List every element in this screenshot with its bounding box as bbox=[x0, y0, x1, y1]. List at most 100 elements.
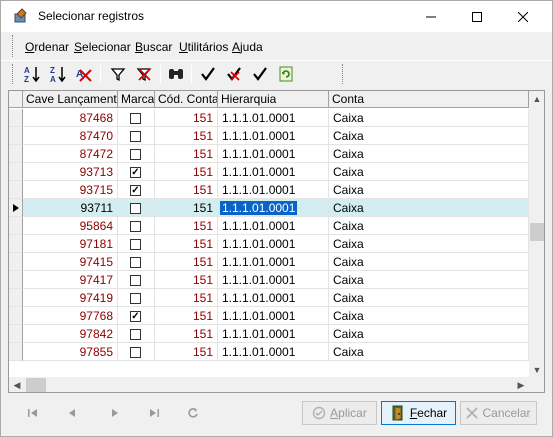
row-indicator[interactable] bbox=[9, 325, 23, 343]
vertical-scroll-thumb[interactable] bbox=[530, 223, 544, 241]
cell-hierarquia[interactable]: 1.1.1.01.0001 bbox=[218, 343, 329, 361]
cell-hierarquia[interactable]: 1.1.1.01.0001 bbox=[218, 325, 329, 343]
table-row[interactable]: 97842 151 1.1.1.01.0001 Caixa bbox=[9, 325, 529, 343]
table-row[interactable]: 87472 151 1.1.1.01.0001 Caixa bbox=[9, 145, 529, 163]
row-indicator[interactable] bbox=[9, 289, 23, 307]
vertical-scrollbar[interactable]: ▲ ▼ bbox=[529, 91, 544, 378]
cell-conta[interactable]: Caixa bbox=[329, 235, 529, 253]
cell-hierarquia[interactable]: 1.1.1.01.0001 bbox=[218, 181, 329, 199]
horizontal-scroll-thumb[interactable] bbox=[26, 378, 46, 392]
cell-cave-lancamento[interactable]: 97842 bbox=[23, 325, 118, 343]
cell-cod-conta[interactable]: 151 bbox=[155, 289, 218, 307]
marcar-checkbox[interactable] bbox=[130, 293, 141, 304]
marcar-checkbox[interactable] bbox=[130, 275, 141, 286]
cell-cave-lancamento[interactable]: 97417 bbox=[23, 271, 118, 289]
table-row[interactable]: 97181 151 1.1.1.01.0001 Caixa bbox=[9, 235, 529, 253]
close-dialog-button[interactable]: Fechar bbox=[381, 401, 456, 425]
next-record-button[interactable] bbox=[103, 405, 127, 421]
marcar-checkbox[interactable] bbox=[130, 149, 141, 160]
cell-cod-conta[interactable]: 151 bbox=[155, 343, 218, 361]
table-row[interactable]: 87468 151 1.1.1.01.0001 Caixa bbox=[9, 109, 529, 127]
row-indicator[interactable] bbox=[9, 307, 23, 325]
cell-cod-conta[interactable]: 151 bbox=[155, 109, 218, 127]
table-row[interactable]: 95864 151 1.1.1.01.0001 Caixa bbox=[9, 217, 529, 235]
marcar-checkbox[interactable] bbox=[130, 203, 141, 214]
row-indicator[interactable] bbox=[9, 253, 23, 271]
cell-cave-lancamento[interactable]: 95864 bbox=[23, 217, 118, 235]
title-bar[interactable]: Selecionar registros bbox=[1, 1, 552, 32]
cell-hierarquia[interactable]: 1.1.1.01.0001 bbox=[218, 217, 329, 235]
cell-cod-conta[interactable]: 151 bbox=[155, 217, 218, 235]
row-indicator[interactable] bbox=[9, 271, 23, 289]
sort-ascending-button[interactable]: A Z bbox=[22, 64, 42, 84]
cell-conta[interactable]: Caixa bbox=[329, 289, 529, 307]
marcar-checkbox[interactable] bbox=[130, 113, 141, 124]
cell-cave-lancamento[interactable]: 93713 bbox=[23, 163, 118, 181]
table-row[interactable]: 97855 151 1.1.1.01.0001 Caixa bbox=[9, 343, 529, 361]
cell-cave-lancamento[interactable]: 87468 bbox=[23, 109, 118, 127]
menu-buscar[interactable]: Buscar bbox=[135, 40, 172, 54]
clear-filter-button[interactable] bbox=[134, 64, 154, 84]
cell-hierarquia[interactable]: 1.1.1.01.0001 bbox=[218, 271, 329, 289]
cell-conta[interactable]: Caixa bbox=[329, 307, 529, 325]
cell-hierarquia[interactable]: 1.1.1.01.0001 bbox=[218, 307, 329, 325]
cell-hierarquia[interactable]: 1.1.1.01.0001 bbox=[218, 199, 329, 217]
cell-cod-conta[interactable]: 151 bbox=[155, 181, 218, 199]
menu-ajuda[interactable]: Ajuda bbox=[232, 40, 263, 54]
menu-ordenar[interactable]: Ordenar bbox=[25, 40, 69, 54]
column-header-marcar[interactable]: Marcar bbox=[118, 91, 155, 108]
table-row[interactable]: 97417 151 1.1.1.01.0001 Caixa bbox=[9, 271, 529, 289]
row-indicator[interactable] bbox=[9, 145, 23, 163]
toolbar-grip[interactable] bbox=[342, 64, 345, 84]
cell-cod-conta[interactable]: 151 bbox=[155, 199, 218, 217]
records-grid[interactable]: Cave Lançamento Marcar Cód. Conta Hierar… bbox=[8, 90, 545, 393]
cell-cave-lancamento[interactable]: 93715 bbox=[23, 181, 118, 199]
refresh-nav-button[interactable] bbox=[181, 405, 205, 421]
marcar-checkbox[interactable]: ✓ bbox=[130, 167, 141, 178]
cell-conta[interactable]: Caixa bbox=[329, 199, 529, 217]
marcar-checkbox[interactable] bbox=[130, 257, 141, 268]
menu-selecionar[interactable]: Selecionar bbox=[74, 40, 131, 54]
row-indicator[interactable] bbox=[9, 127, 23, 145]
horizontal-scrollbar[interactable]: ◀ ▶ bbox=[9, 377, 529, 392]
cell-conta[interactable]: Caixa bbox=[329, 253, 529, 271]
cell-cave-lancamento[interactable]: 87470 bbox=[23, 127, 118, 145]
row-indicator[interactable] bbox=[9, 181, 23, 199]
table-row[interactable]: 93713 ✓ 151 1.1.1.01.0001 Caixa bbox=[9, 163, 529, 181]
marcar-checkbox[interactable] bbox=[130, 131, 141, 142]
scroll-right-icon[interactable]: ▶ bbox=[513, 377, 529, 392]
cell-cod-conta[interactable]: 151 bbox=[155, 253, 218, 271]
cell-cod-conta[interactable]: 151 bbox=[155, 307, 218, 325]
column-header-conta[interactable]: Conta bbox=[329, 91, 529, 108]
cell-conta[interactable]: Caixa bbox=[329, 145, 529, 163]
maximize-button[interactable] bbox=[454, 1, 500, 32]
marcar-checkbox[interactable] bbox=[130, 329, 141, 340]
cell-hierarquia[interactable]: 1.1.1.01.0001 bbox=[218, 163, 329, 181]
cell-conta[interactable]: Caixa bbox=[329, 325, 529, 343]
uncheck-button[interactable] bbox=[224, 64, 244, 84]
cell-hierarquia[interactable]: 1.1.1.01.0001 bbox=[218, 109, 329, 127]
cell-cod-conta[interactable]: 151 bbox=[155, 325, 218, 343]
marcar-checkbox[interactable]: ✓ bbox=[130, 311, 141, 322]
column-header-cave-lancamento[interactable]: Cave Lançamento bbox=[23, 91, 118, 108]
close-button[interactable] bbox=[500, 1, 546, 32]
cell-conta[interactable]: Caixa bbox=[329, 271, 529, 289]
cell-cod-conta[interactable]: 151 bbox=[155, 145, 218, 163]
column-header-cod-conta[interactable]: Cód. Conta bbox=[155, 91, 218, 108]
cell-cave-lancamento[interactable]: 97855 bbox=[23, 343, 118, 361]
check-button[interactable] bbox=[198, 64, 218, 84]
marcar-checkbox[interactable] bbox=[130, 221, 141, 232]
table-row[interactable]: 97415 151 1.1.1.01.0001 Caixa bbox=[9, 253, 529, 271]
cell-cave-lancamento[interactable]: 97768 bbox=[23, 307, 118, 325]
table-row[interactable]: 87470 151 1.1.1.01.0001 Caixa bbox=[9, 127, 529, 145]
cell-conta[interactable]: Caixa bbox=[329, 181, 529, 199]
scroll-up-icon[interactable]: ▲ bbox=[529, 91, 544, 107]
filter-button[interactable] bbox=[108, 64, 128, 84]
menu-utilitarios[interactable]: Utilitários bbox=[179, 40, 228, 54]
cell-cave-lancamento[interactable]: 97419 bbox=[23, 289, 118, 307]
table-row[interactable]: 97768 ✓ 151 1.1.1.01.0001 Caixa bbox=[9, 307, 529, 325]
row-indicator[interactable] bbox=[9, 163, 23, 181]
table-row[interactable]: 93715 ✓ 151 1.1.1.01.0001 Caixa bbox=[9, 181, 529, 199]
row-indicator[interactable] bbox=[9, 235, 23, 253]
check-all-button[interactable] bbox=[250, 64, 270, 84]
